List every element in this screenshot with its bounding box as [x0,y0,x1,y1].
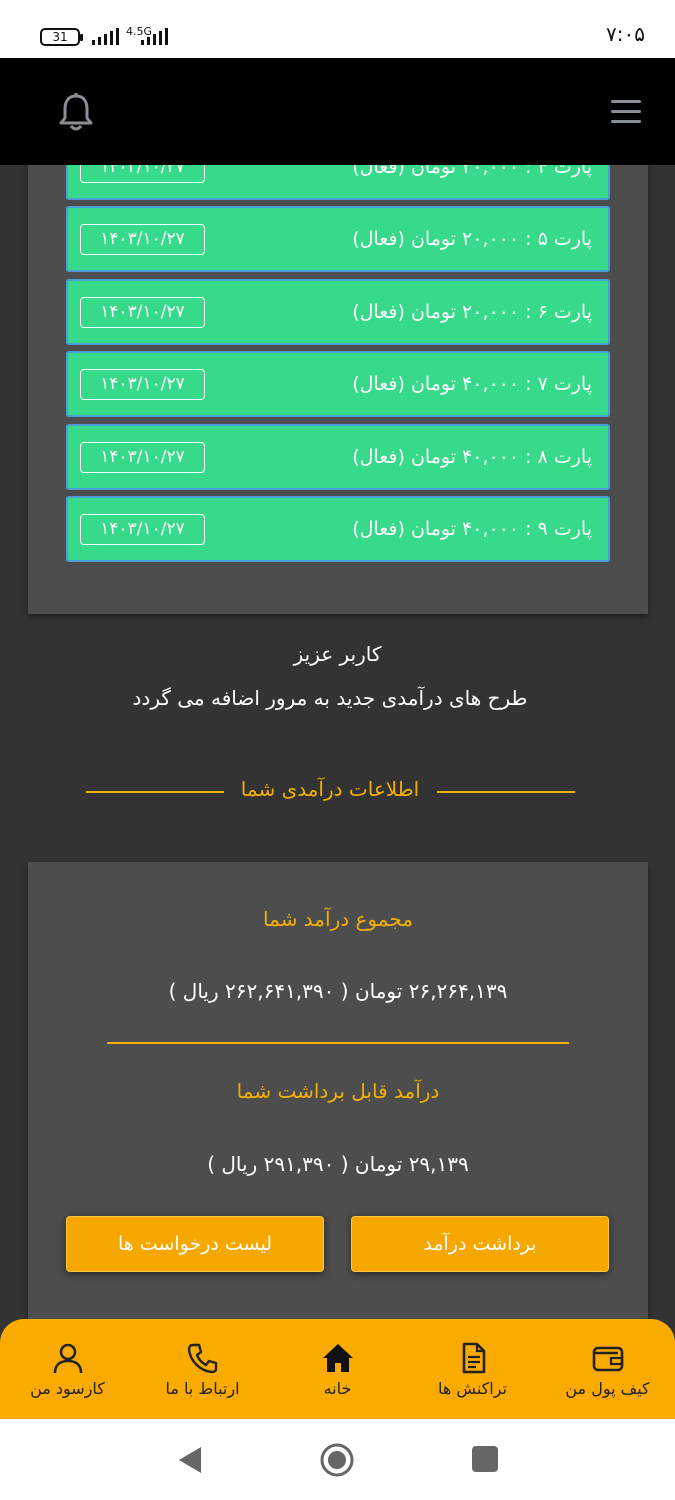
recent-apps-icon[interactable] [472,1446,498,1472]
nav-item-wallet[interactable]: کیف پول من [540,1319,675,1419]
part-date-badge: ۱۴۰۳/۱۰/۲۷ [80,514,205,545]
part-item-8[interactable]: پارت ۸ : ۴۰,۰۰۰ تومان (فعال) ۱۴۰۳/۱۰/۲۷ [66,424,610,490]
nav-label: ارتباط با ما [165,1379,240,1398]
part-item-5[interactable]: پارت ۵ : ۲۰,۰۰۰ تومان (فعال) ۱۴۰۳/۱۰/۲۷ [66,206,610,272]
home-icon [322,1344,353,1372]
total-income-value: ۲۶,۲۶۴,۱۳۹ تومان ( ۲۶۲,۶۴۱,۳۹۰ ریال ) [168,979,508,1003]
part-item-7[interactable]: پارت ۷ : ۴۰,۰۰۰ تومان (فعال) ۱۴۰۳/۱۰/۲۷ [66,351,610,417]
nav-item-transactions[interactable]: تراکنش ها [405,1319,540,1419]
home-button-icon[interactable] [319,1442,355,1478]
phone-icon [187,1343,217,1374]
clock: ۷:۰۵ [606,22,645,46]
system-navigation-bar [0,1419,675,1500]
withdraw-income-button[interactable]: برداشت درآمد [351,1216,609,1272]
part-item-9[interactable]: پارت ۹ : ۴۰,۰۰۰ تومان (فعال) ۱۴۰۳/۱۰/۲۷ [66,496,610,562]
nav-item-home[interactable]: خانه [270,1319,405,1419]
notice-text: طرح های درآمدی جدید به مرور اضافه می گرد… [132,686,528,710]
status-bar: 31 4.5G ۷:۰۵ [0,0,675,58]
requests-list-button[interactable]: لیست درخواست ها [66,1216,324,1272]
nav-item-profile[interactable]: کارسود من [0,1319,135,1419]
hamburger-menu-icon[interactable] [611,99,643,125]
part-date-badge: ۱۴۰۳/۱۰/۲۷ [80,442,205,473]
bell-icon[interactable] [57,92,95,132]
part-item-6[interactable]: پارت ۶ : ۲۰,۰۰۰ تومان (فعال) ۱۴۰۳/۱۰/۲۷ [66,279,610,345]
part-label: پارت ۹ : ۴۰,۰۰۰ تومان (فعال) [352,518,592,540]
bottom-nav: کیف پول من تراکنش ها خانه ارتباط با ما ک… [0,1319,675,1419]
wallet-icon [592,1346,623,1372]
battery-indicator: 31 [40,28,83,46]
notice-title: کاربر عزیز [293,642,382,666]
withdrawable-income-label: درآمد قابل برداشت شما [236,1079,440,1103]
part-date-badge: ۱۴۰۳/۱۰/۲۷ [80,369,205,400]
nav-label: کیف پول من [565,1379,650,1398]
nav-item-contact[interactable]: ارتباط با ما [135,1319,270,1419]
signal-strength-icon-2 [141,26,171,46]
part-label: پارت ۶ : ۲۰,۰۰۰ تومان (فعال) [352,301,592,323]
document-icon [462,1342,485,1374]
app-header [0,58,675,165]
nav-label: خانه [323,1379,352,1398]
back-icon[interactable] [177,1445,203,1475]
income-divider [107,1042,569,1044]
withdrawable-income-value: ۲۹,۱۳۹ تومان ( ۲۹۱,۳۹۰ ریال ) [207,1152,469,1176]
part-label: پارت ۷ : ۴۰,۰۰۰ تومان (فعال) [352,373,592,395]
part-label: پارت ۵ : ۲۰,۰۰۰ تومان (فعال) [352,228,592,250]
part-date-badge: ۱۴۰۳/۱۰/۲۷ [80,224,205,255]
user-icon [53,1343,82,1374]
part-label: پارت ۸ : ۴۰,۰۰۰ تومان (فعال) [352,446,592,468]
section-divider-right [437,791,575,793]
nav-label: کارسود من [30,1379,105,1398]
part-date-badge: ۱۴۰۳/۱۰/۲۷ [80,297,205,328]
nav-label: تراکنش ها [438,1379,507,1398]
signal-strength-icon [92,26,122,46]
total-income-label: مجموع درآمد شما [263,907,413,931]
section-title: اطلاعات درآمدی شما [240,777,420,801]
